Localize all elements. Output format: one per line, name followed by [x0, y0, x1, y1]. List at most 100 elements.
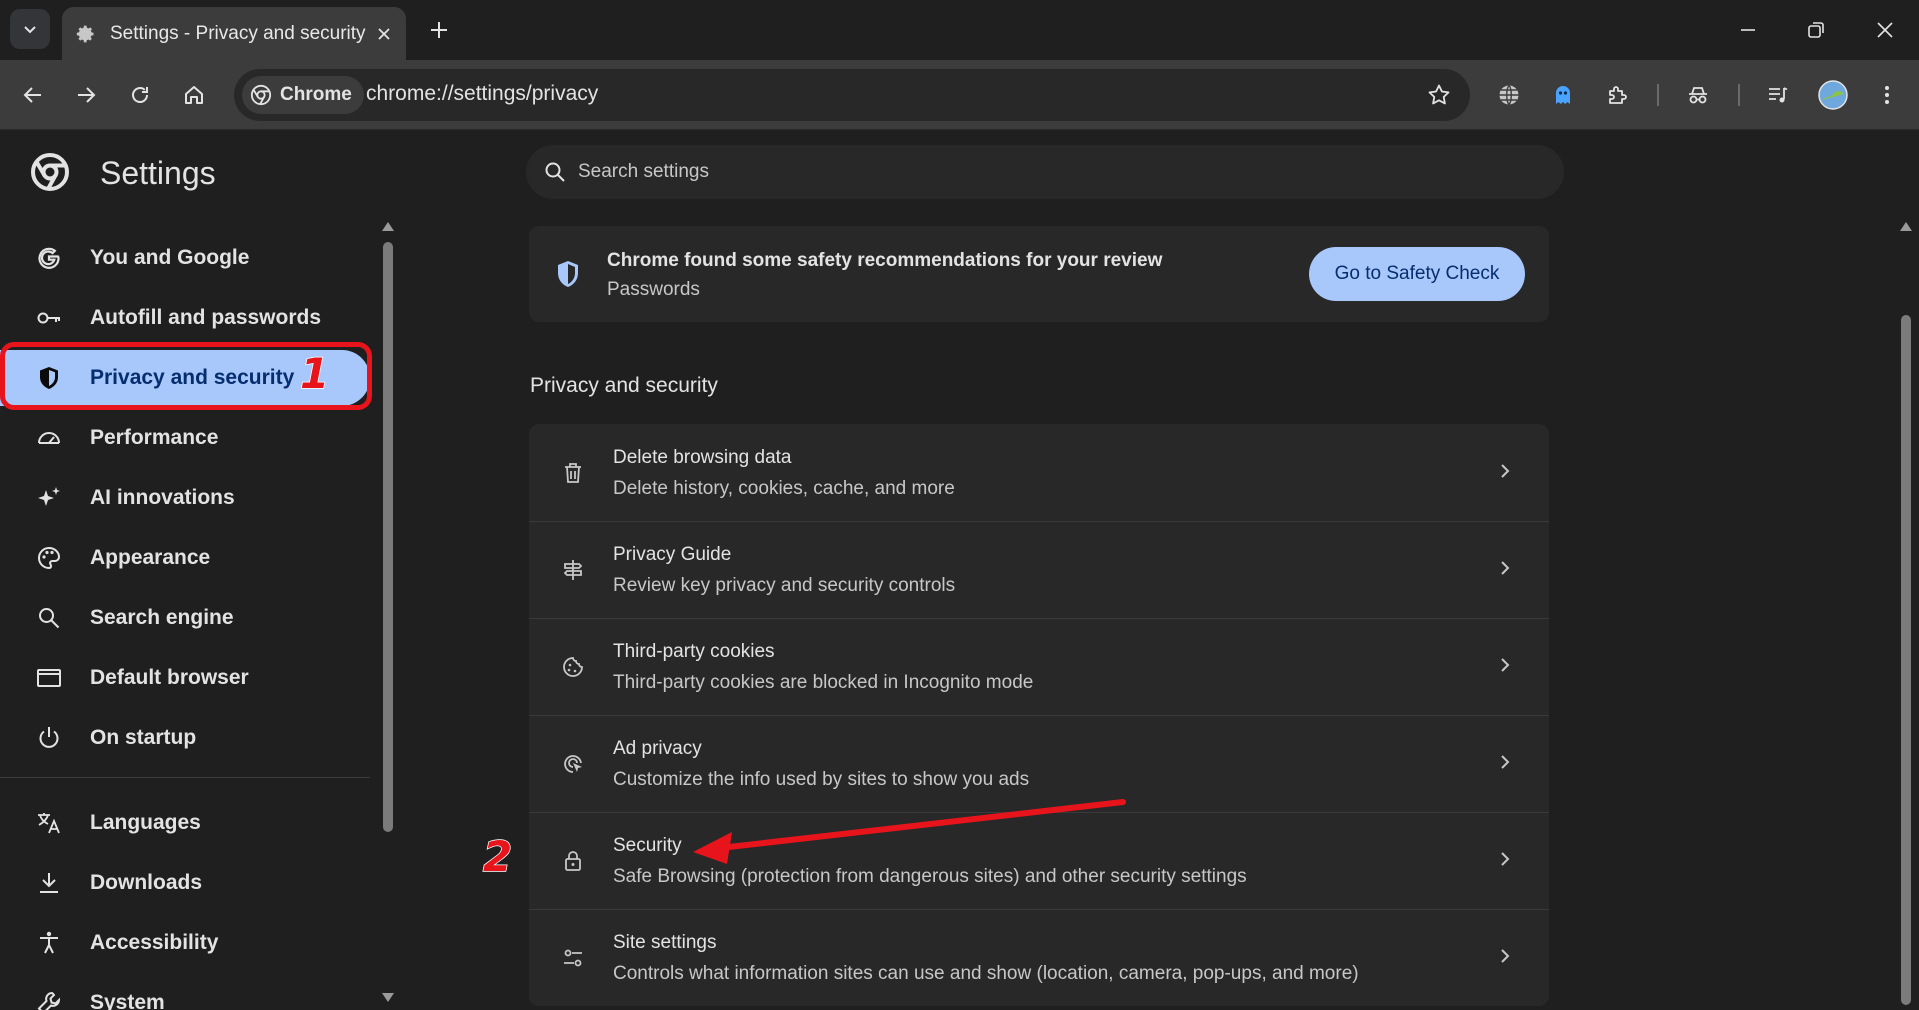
profile-button[interactable] [1812, 74, 1854, 116]
chevron-right-icon [1501, 949, 1510, 963]
row-title: Site settings [613, 932, 717, 953]
scroll-down-arrow-icon[interactable] [382, 993, 394, 1002]
sidebar-item-autofill[interactable]: Autofill and passwords [0, 290, 370, 346]
back-button[interactable] [12, 74, 54, 116]
media-queue-icon [1769, 87, 1788, 103]
chrome-logo-icon [31, 153, 69, 191]
sidebar-item-you-and-google[interactable]: You and Google [0, 230, 370, 286]
sidebar-item-accessibility[interactable]: Accessibility [0, 915, 370, 971]
row-ad-privacy[interactable]: Ad privacy Customize the info used by si… [529, 715, 1549, 812]
sidebar-item-system[interactable]: System [0, 975, 370, 1010]
row-subtitle: Customize the info used by sites to show… [613, 769, 1030, 790]
main-scroll-thumb[interactable] [1901, 315, 1911, 1005]
reload-button[interactable] [119, 74, 161, 116]
download-icon [40, 873, 58, 893]
row-title: Delete browsing data [613, 447, 792, 468]
row-security[interactable]: Security Safe Browsing (protection from … [529, 812, 1549, 909]
ad-target-icon [559, 750, 587, 778]
sidebar-item-appearance[interactable]: Appearance [0, 530, 370, 586]
chevron-right-icon [1501, 464, 1510, 478]
forward-button[interactable] [65, 74, 107, 116]
cookie-icon [559, 653, 587, 681]
ghost-extension-icon [1556, 86, 1570, 104]
sidebar-item-label: AI innovations [90, 486, 235, 509]
lock-icon [559, 847, 587, 875]
banner-title: Chrome found some safety recommendations… [607, 250, 1163, 271]
browser-toolbar: Chrome chrome://settings/privacy [0, 60, 1919, 130]
restore-button[interactable] [1782, 0, 1850, 60]
close-tab-icon[interactable] [376, 26, 392, 42]
media-controls-button[interactable] [1757, 74, 1799, 116]
tab-search-button[interactable] [10, 9, 50, 49]
privacy-settings-card: Delete browsing data Delete history, coo… [529, 424, 1549, 1006]
sidebar-item-ai-innovations[interactable]: AI innovations [0, 470, 370, 526]
signpost-icon [559, 556, 587, 584]
sidebar-item-languages[interactable]: Languages [0, 795, 370, 851]
close-window-button[interactable] [1851, 0, 1919, 60]
sidebar-item-downloads[interactable]: Downloads [0, 855, 370, 911]
chevron-down-icon [24, 26, 36, 34]
gear-icon [76, 25, 94, 42]
trash-icon [559, 459, 587, 487]
go-to-safety-check-button[interactable]: Go to Safety Check [1309, 247, 1525, 301]
chrome-icon [250, 84, 272, 106]
reload-icon [132, 87, 148, 103]
row-delete-browsing-data[interactable]: Delete browsing data Delete history, coo… [529, 424, 1549, 521]
ghost-extension-button[interactable] [1542, 74, 1584, 116]
translate-extension-button[interactable] [1488, 74, 1530, 116]
active-tab[interactable]: Settings - Privacy and security [62, 7, 406, 60]
palette-icon [38, 546, 61, 570]
url-text[interactable]: chrome://settings/privacy [366, 82, 598, 106]
key-icon [37, 312, 60, 324]
sidebar-item-default-browser[interactable]: Default browser [0, 650, 370, 706]
arrow-left-icon [23, 87, 41, 103]
sidebar-divider [0, 777, 370, 778]
avatar [1818, 80, 1848, 110]
minimize-button[interactable] [1714, 0, 1782, 60]
home-button[interactable] [173, 74, 215, 116]
sidebar-scroll-thumb[interactable] [383, 242, 393, 832]
toolbar-divider [1738, 84, 1740, 106]
settings-header: Settings Search settings [0, 131, 1919, 215]
extensions-button[interactable] [1597, 74, 1639, 116]
main-scrollbar[interactable] [1899, 220, 1913, 1010]
arrow-right-icon [78, 87, 96, 103]
google-g-icon [38, 247, 60, 269]
sidebar-item-label: You and Google [90, 246, 250, 269]
close-icon [1877, 22, 1893, 38]
sidebar-scrollbar[interactable] [381, 220, 395, 1010]
search-placeholder: Search settings [578, 161, 709, 182]
chevron-right-icon [1501, 755, 1510, 769]
scroll-up-arrow-icon[interactable] [382, 222, 394, 231]
row-subtitle: Safe Browsing (protection from dangerous… [613, 866, 1247, 887]
row-divider [529, 618, 1549, 619]
puzzle-icon [1609, 86, 1627, 104]
sidebar-item-label: On startup [90, 726, 197, 749]
star-icon [1428, 84, 1450, 105]
annotation-marker-1: 1 [299, 348, 330, 399]
translate-icon [38, 813, 60, 834]
address-bar[interactable]: Chrome chrome://settings/privacy [234, 69, 1470, 121]
sidebar-item-on-startup[interactable]: On startup [0, 710, 370, 766]
sidebar-item-performance[interactable]: Performance [0, 410, 370, 466]
browser-window-icon [37, 669, 61, 687]
sidebar-item-search-engine[interactable]: Search engine [0, 590, 370, 646]
row-divider [529, 521, 1549, 522]
chevron-right-icon [1501, 561, 1510, 575]
search-icon [545, 162, 565, 182]
row-subtitle: Third-party cookies are blocked in Incog… [613, 672, 1034, 693]
row-divider [529, 715, 1549, 716]
row-privacy-guide[interactable]: Privacy Guide Review key privacy and sec… [529, 521, 1549, 618]
bookmark-button[interactable] [1422, 78, 1456, 112]
site-chip-label: Chrome [280, 84, 352, 105]
row-site-settings[interactable]: Site settings Controls what information … [529, 909, 1549, 1006]
browser-menu-button[interactable] [1866, 74, 1908, 116]
incognito-button[interactable] [1677, 74, 1719, 116]
search-settings-input[interactable]: Search settings [526, 145, 1564, 199]
safety-check-banner: Chrome found some safety recommendations… [529, 226, 1549, 322]
row-third-party-cookies[interactable]: Third-party cookies Third-party cookies … [529, 618, 1549, 715]
new-tab-button[interactable] [420, 11, 458, 49]
tab-title: Settings - Privacy and security [110, 22, 366, 44]
row-subtitle: Controls what information sites can use … [613, 963, 1359, 984]
scroll-up-arrow-icon[interactable] [1900, 222, 1912, 231]
